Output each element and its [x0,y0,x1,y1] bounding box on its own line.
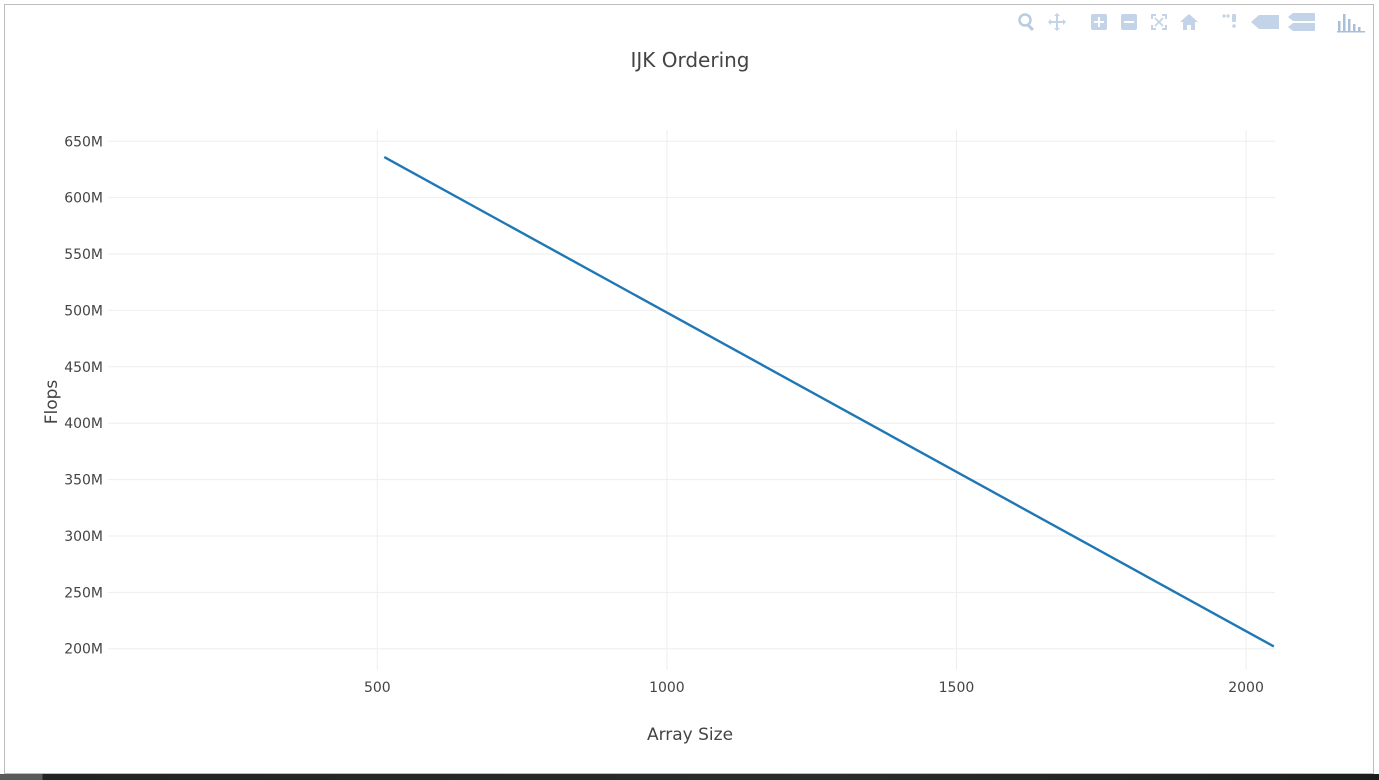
x-tick-label: 500 [364,680,391,696]
y-tick-label: 550M [64,247,103,263]
x-tick-label: 1000 [649,680,685,696]
y-tick-label: 350M [64,473,103,489]
y-tick-label: 600M [64,191,103,207]
y-tick-label: 250M [64,585,103,601]
y-tick-label: 400M [64,416,103,432]
y-gridlines [108,140,1275,650]
y-tick-label: 500M [64,303,103,319]
y-axis-title: Flops [42,380,62,425]
x-gridlines [376,130,1247,670]
x-axis-title: Array Size [647,725,733,745]
series-line[interactable] [383,156,1275,648]
x-tick-label: 1500 [939,680,975,696]
chart-svg: 500 1000 1500 2000 200M 250M 300M 350M 400M 450M… [42,48,1275,745]
y-tick-label: 300M [64,529,103,545]
series-layer [383,156,1275,648]
y-tick-label: 450M [64,360,103,376]
y-tick-label: 650M [64,134,103,150]
x-tick-label: 2000 [1228,680,1264,696]
y-tick-labels: 200M 250M 300M 350M 400M 450M 500M 550M 600M 650M [64,134,103,657]
x-tick-labels: 500 1000 1500 2000 [364,680,1264,696]
y-tick-label: 200M [64,642,103,658]
chart-title: IJK Ordering [630,48,749,72]
desktop-strip [0,774,1379,780]
